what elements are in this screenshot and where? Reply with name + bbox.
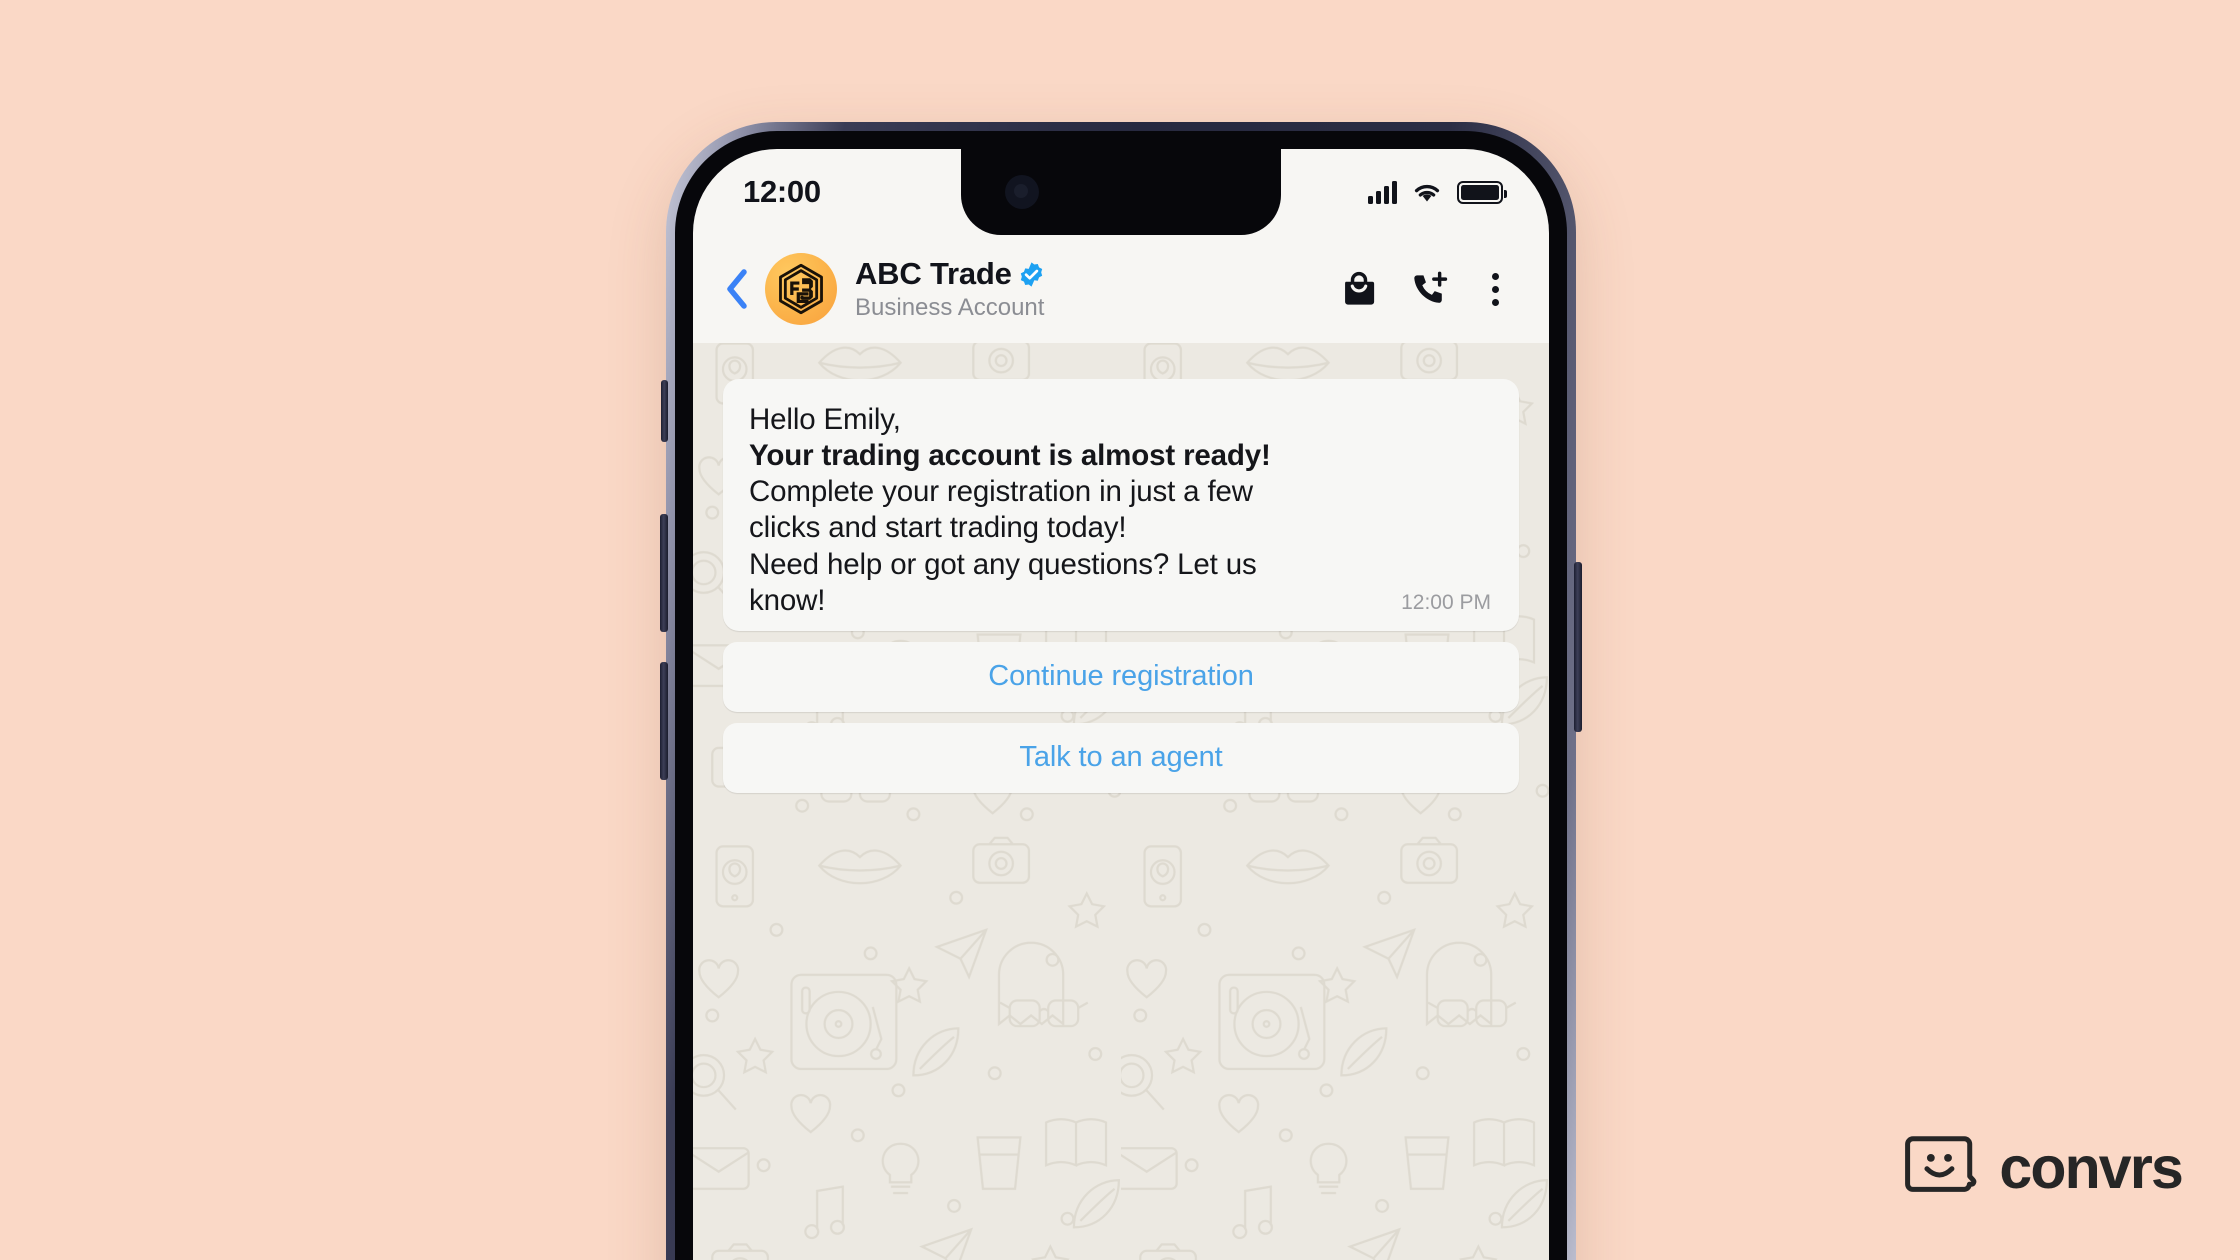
quick-reply-talk-to-agent[interactable]: Talk to an agent <box>723 722 1519 793</box>
wifi-icon <box>1414 184 1440 202</box>
abc-trade-logo-icon <box>779 263 823 315</box>
chat-header-text: ABC Trade Business Account <box>855 256 1342 322</box>
status-bar-icons <box>1368 180 1507 204</box>
front-camera-icon <box>1005 175 1039 209</box>
phone-notch <box>961 149 1281 235</box>
account-type-label: Business Account <box>855 294 1045 321</box>
incoming-message-bubble: Hello Emily, Your trading account is alm… <box>723 379 1519 631</box>
signal-bars-icon <box>1368 180 1397 204</box>
verified-badge-icon <box>1018 261 1045 288</box>
message-line: Complete your registration in just a few <box>749 475 1253 509</box>
message-line: Need help or got any questions? Let us <box>749 547 1257 581</box>
catalog-icon[interactable] <box>1342 271 1376 307</box>
battery-icon <box>1457 180 1507 204</box>
back-chevron-icon[interactable] <box>715 267 759 311</box>
overflow-menu-icon[interactable] <box>1482 267 1509 312</box>
convrs-smiley-chat-icon <box>1905 1136 1977 1192</box>
status-bar-time: 12:00 <box>743 174 821 209</box>
avatar[interactable] <box>765 253 837 325</box>
convrs-branding: convrs <box>1905 1134 2184 1202</box>
power-button[interactable] <box>1574 562 1582 732</box>
message-line: Hello Emily, <box>749 402 901 436</box>
quick-reply-label: Continue registration <box>988 660 1254 693</box>
phone-mockup: 12:00 ABC Trade Business Account Hello E… <box>660 122 1582 1260</box>
phone-screen: 12:00 ABC Trade Business Account Hello E… <box>693 149 1549 1260</box>
contact-name: ABC Trade <box>855 256 1012 291</box>
add-call-icon[interactable] <box>1410 270 1448 308</box>
message-line: Your trading account is almost ready! <box>749 438 1271 472</box>
quick-reply-label: Talk to an agent <box>1019 741 1223 774</box>
volume-down-button[interactable] <box>660 662 668 780</box>
volume-up-button[interactable] <box>660 514 668 632</box>
message-line: clicks and start trading today! <box>749 511 1127 545</box>
quick-reply-continue-registration[interactable]: Continue registration <box>723 641 1519 712</box>
chat-header: ABC Trade Business Account <box>693 235 1549 343</box>
convrs-wordmark: convrs <box>1999 1135 2183 1201</box>
message-timestamp: 12:00 PM <box>1401 590 1491 614</box>
chat-header-actions <box>1342 267 1509 312</box>
chat-body: Hello Emily, Your trading account is alm… <box>693 343 1549 1260</box>
message-text: Hello Emily, Your trading account is alm… <box>749 401 1493 619</box>
mute-switch-button[interactable] <box>661 380 668 442</box>
